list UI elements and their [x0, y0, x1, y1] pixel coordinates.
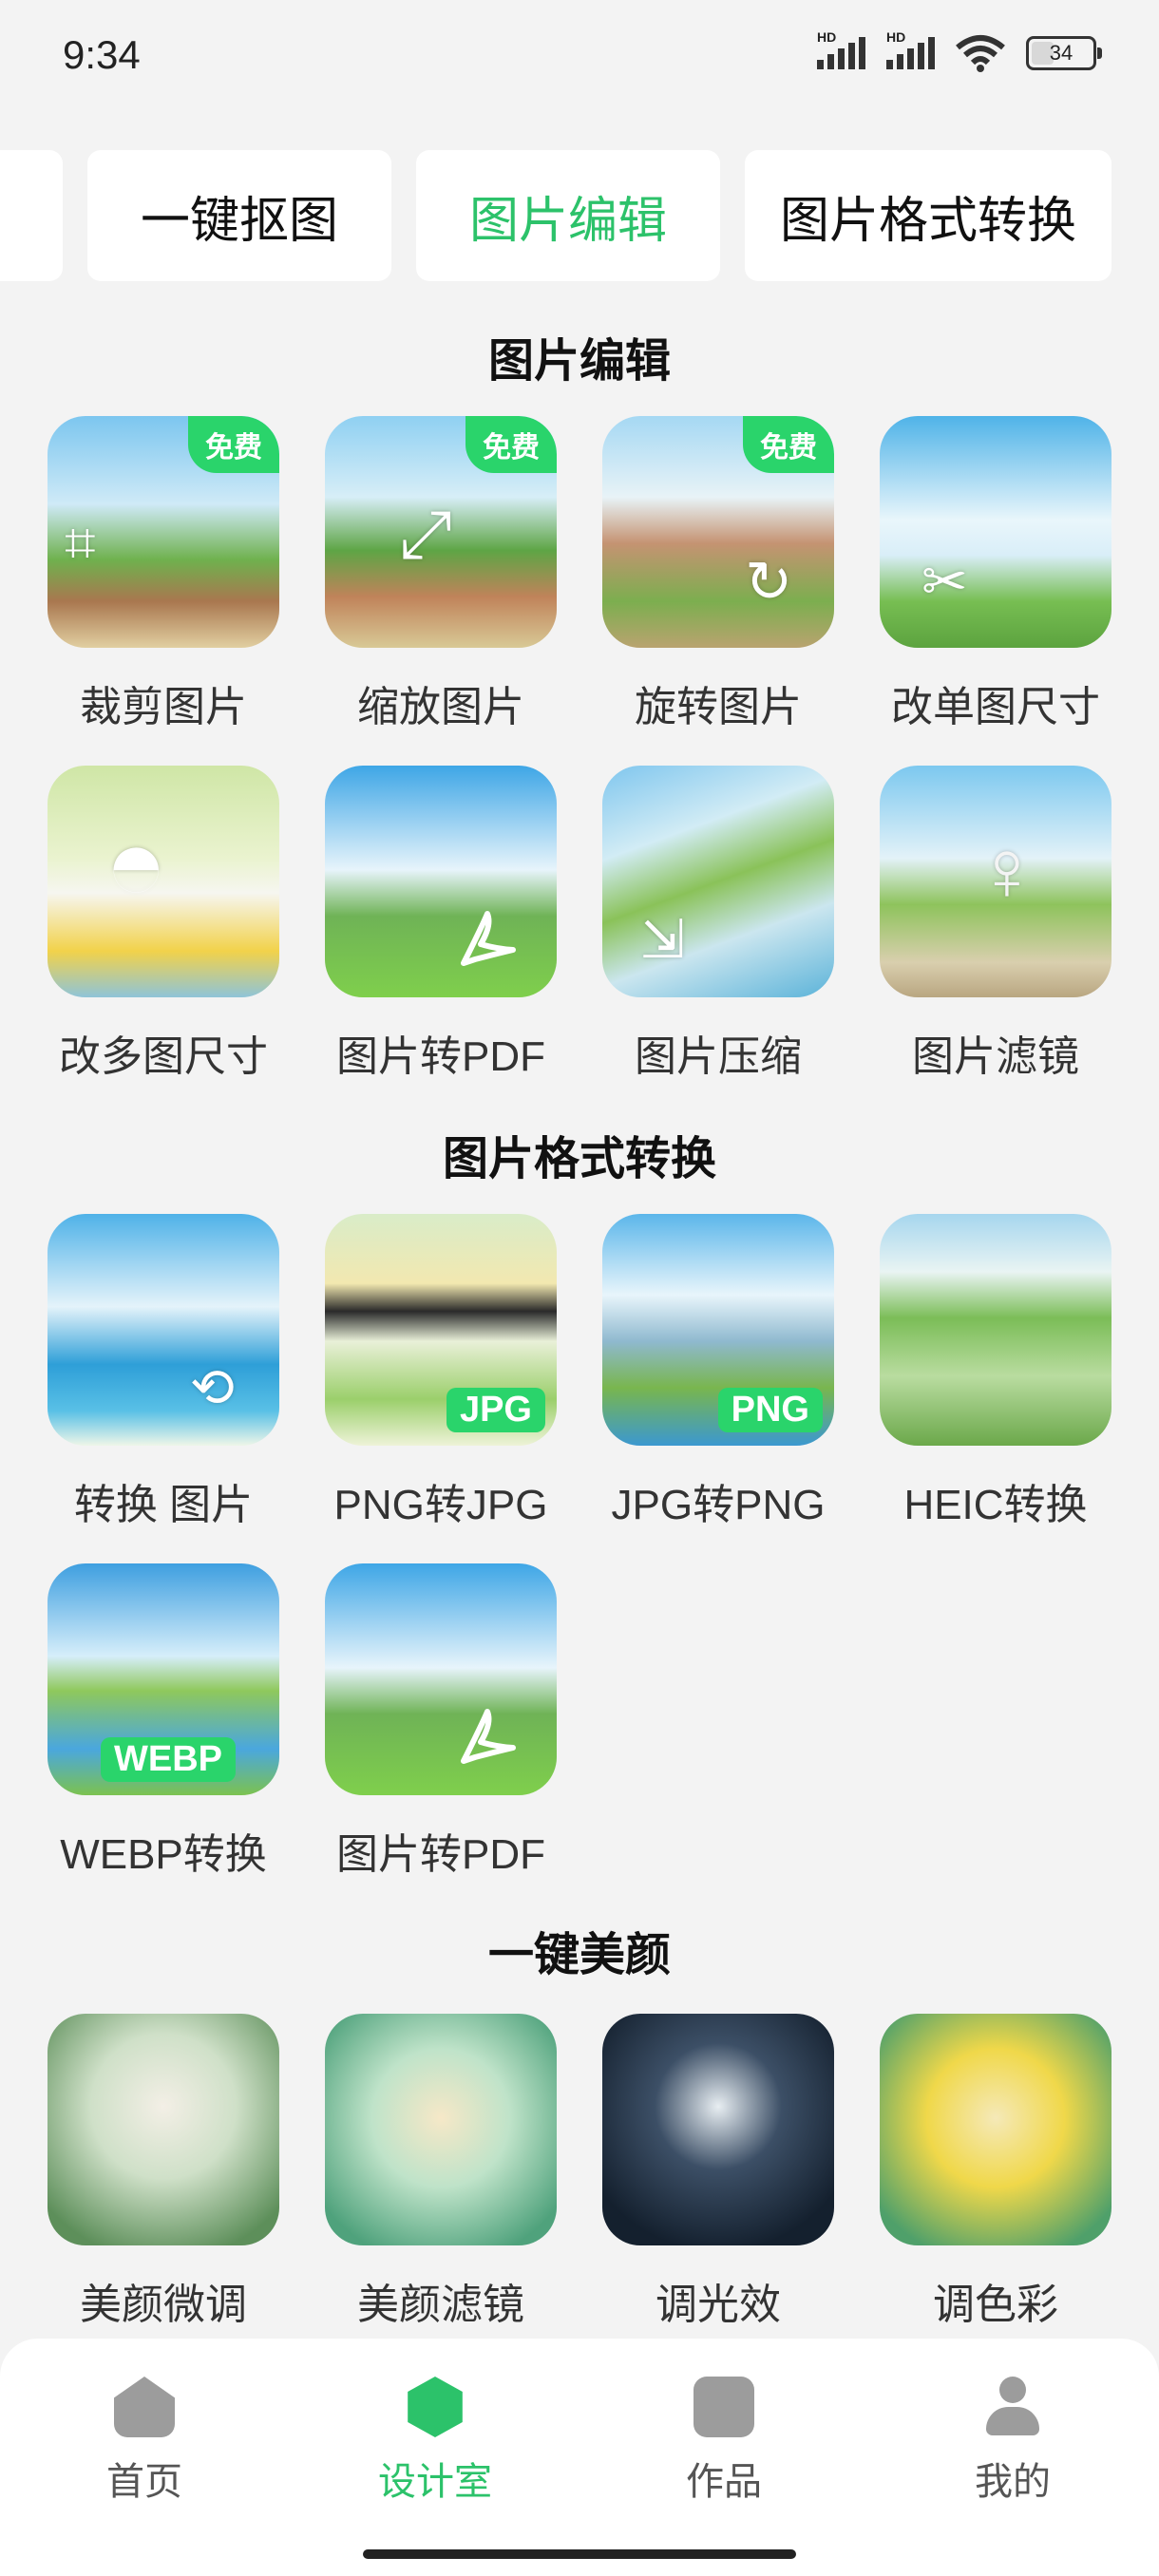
- format-tag: PNG: [717, 1388, 823, 1432]
- duck-image: ◓: [104, 805, 168, 922]
- tool-crop[interactable]: 免费 ⌗ 裁剪图片: [48, 416, 279, 730]
- section-title-format-convert: 图片格式转换: [442, 1134, 716, 1184]
- tool-thumbnail: 免费 ⤢: [325, 416, 557, 648]
- tool-convert[interactable]: ⟲ 转换 图片: [48, 1214, 279, 1528]
- tool-compress[interactable]: ⇲ 图片压缩: [602, 766, 834, 1080]
- status-icons: HD HD 34: [817, 29, 1102, 72]
- category-tabs: 一键抠图 图片编辑 图片格式转换: [0, 150, 1159, 283]
- tool-label: 图片转PDF: [336, 1831, 545, 1878]
- bottom-nav: 首页 设计室 作品 我的: [0, 2339, 1159, 2576]
- tool-label: 缩放图片: [357, 684, 524, 730]
- tool-label: 美颜微调: [80, 2282, 247, 2328]
- nav-label: 我的: [975, 2461, 1051, 2503]
- tool-resize-multi[interactable]: ◓ 改多图尺寸: [48, 766, 279, 1080]
- tool-label: 美颜滤镜: [357, 2282, 524, 2328]
- home-indicator[interactable]: [363, 2549, 796, 2559]
- filter-icon: ♀: [975, 824, 1039, 919]
- tab-cutout[interactable]: 一键抠图: [87, 150, 391, 281]
- tool-heic-convert[interactable]: HEIC转换: [880, 1214, 1112, 1528]
- tool-png-to-jpg[interactable]: JPG PNG转JPG: [325, 1214, 557, 1528]
- scissors-icon: ✂: [922, 551, 968, 613]
- tool-thumbnail: [48, 2014, 279, 2245]
- tool-filter[interactable]: ♀ 图片滤镜: [880, 766, 1112, 1080]
- tool-thumbnail: [325, 766, 557, 997]
- tool-label: WEBP转换: [60, 1831, 267, 1878]
- tool-label: PNG转JPG: [333, 1482, 548, 1528]
- tool-thumbnail: JPG: [325, 1214, 557, 1446]
- nav-mine[interactable]: 我的: [918, 2377, 1108, 2506]
- nav-design-studio[interactable]: 设计室: [340, 2377, 530, 2506]
- tool-thumbnail: ◓: [48, 766, 279, 997]
- tool-label: JPG转PNG: [611, 1482, 826, 1528]
- user-icon: [982, 2377, 1043, 2437]
- folder-icon: [694, 2377, 754, 2437]
- tool-beauty-filter[interactable]: 美颜滤镜: [325, 2014, 557, 2328]
- tool-label: 图片压缩: [635, 1033, 802, 1080]
- tool-label: 调色彩: [933, 2282, 1058, 2328]
- format-tag: WEBP: [101, 1737, 236, 1782]
- free-badge: 免费: [743, 416, 834, 473]
- tool-label: HEIC转换: [903, 1482, 1088, 1528]
- tool-label: 裁剪图片: [80, 684, 247, 730]
- compress-icon: ⇲: [640, 909, 685, 969]
- pdf-icon: [461, 911, 516, 966]
- tool-thumbnail: [880, 2014, 1112, 2245]
- wifi-icon: [956, 35, 1005, 72]
- signal-icon: HD: [886, 29, 935, 69]
- tool-thumbnail: ✂: [880, 416, 1112, 648]
- tool-label: 图片滤镜: [912, 1033, 1079, 1080]
- nav-works[interactable]: 作品: [629, 2377, 819, 2506]
- nav-label: 首页: [106, 2461, 182, 2503]
- signal-icon: HD: [817, 29, 865, 69]
- tool-webp-convert[interactable]: WEBP WEBP转换: [48, 1563, 279, 1878]
- status-time: 9:34: [63, 32, 141, 77]
- nav-home[interactable]: 首页: [49, 2377, 239, 2506]
- tool-color-adjust[interactable]: 调色彩: [880, 2014, 1112, 2328]
- tool-thumbnail: ♀: [880, 766, 1112, 997]
- tool-label: 旋转图片: [635, 684, 802, 730]
- status-bar: 9:34 HD HD 34: [0, 0, 1159, 112]
- tool-thumbnail: [325, 2014, 557, 2245]
- crop-icon: ⌗: [65, 512, 96, 574]
- free-badge: 免费: [466, 416, 557, 473]
- tool-thumbnail: ⟲: [48, 1214, 279, 1446]
- tab-format-convert[interactable]: 图片格式转换: [745, 150, 1112, 281]
- tab-image-edit[interactable]: 图片编辑: [416, 150, 720, 281]
- tool-rotate[interactable]: 免费 ↻ 旋转图片: [602, 416, 834, 730]
- tool-resize[interactable]: 免费 ⤢ 缩放图片: [325, 416, 557, 730]
- tool-label: 改多图尺寸: [59, 1033, 268, 1080]
- convert-icon: ⟲: [190, 1357, 235, 1417]
- section-title-beauty: 一键美颜: [487, 1930, 671, 1980]
- battery-icon: 34: [1026, 36, 1102, 70]
- tool-label: 转换 图片: [73, 1482, 254, 1528]
- tool-jpg-to-png[interactable]: PNG JPG转PNG: [602, 1214, 834, 1528]
- tool-thumbnail: 免费 ⌗: [48, 416, 279, 648]
- tool-image-to-pdf-2[interactable]: 图片转PDF: [325, 1563, 557, 1878]
- resize-icon: ⤢: [399, 497, 452, 571]
- tool-thumbnail: [602, 2014, 834, 2245]
- tool-thumbnail: 免费 ↻: [602, 416, 834, 648]
- tool-label: 调光效: [656, 2282, 781, 2328]
- tool-thumbnail: ⇲: [602, 766, 834, 997]
- tool-thumbnail: [325, 1563, 557, 1795]
- format-tag: JPG: [446, 1388, 545, 1432]
- tool-label: 改单图尺寸: [891, 684, 1100, 730]
- section-title-image-edit: 图片编辑: [487, 336, 671, 387]
- home-icon: [114, 2377, 175, 2437]
- tool-thumbnail: PNG: [602, 1214, 834, 1446]
- nav-label: 作品: [686, 2461, 762, 2503]
- tab-previous[interactable]: [0, 150, 63, 281]
- tool-resize-single[interactable]: ✂ 改单图尺寸: [880, 416, 1112, 730]
- tool-light-effect[interactable]: 调光效: [602, 2014, 834, 2328]
- tool-thumbnail: WEBP: [48, 1563, 279, 1795]
- rotate-icon: ↻: [745, 550, 793, 614]
- pdf-icon: [461, 1709, 516, 1764]
- tool-label: 图片转PDF: [336, 1033, 545, 1080]
- tool-image-to-pdf[interactable]: 图片转PDF: [325, 766, 557, 1080]
- design-icon: [408, 2377, 463, 2437]
- tool-thumbnail: [880, 1214, 1112, 1446]
- nav-label: 设计室: [378, 2461, 492, 2503]
- tool-beauty-adjust[interactable]: 美颜微调: [48, 2014, 279, 2328]
- free-badge: 免费: [188, 416, 279, 473]
